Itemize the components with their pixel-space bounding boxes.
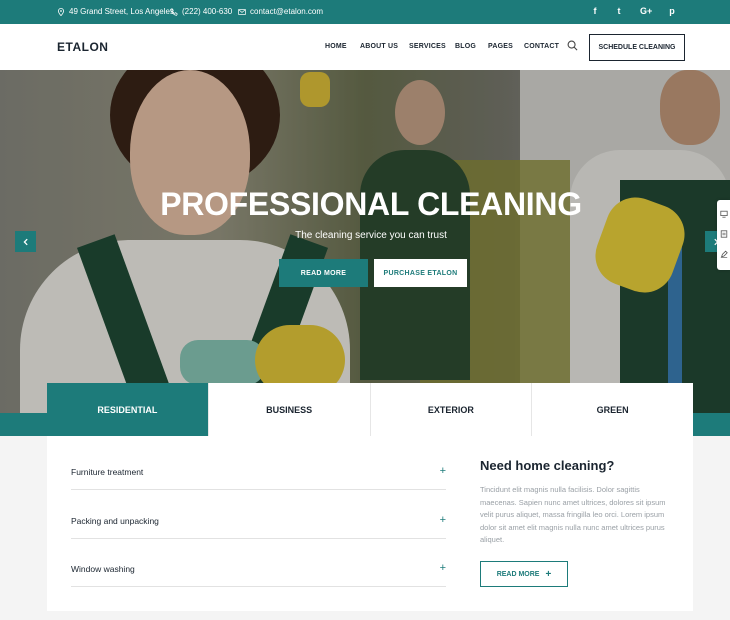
address-info: 49 Grand Street, Los Angeles [57,7,174,16]
plus-icon[interactable]: + [440,514,446,526]
phone-text: (222) 400-630 [182,7,233,16]
accordion-item-window-washing[interactable]: Window washing + [71,539,446,587]
hero-read-more-button[interactable]: READ MORE [279,259,368,287]
tab-exterior[interactable]: EXTERIOR [371,383,533,436]
nav-services[interactable]: SERVICES [409,43,446,50]
nav-home[interactable]: HOME [325,43,347,50]
hero-slider: PROFESSIONAL CLEANING The cleaning servi… [0,70,730,436]
document-icon[interactable] [720,230,728,238]
nav-blog[interactable]: BLOG [455,43,476,50]
email-info[interactable]: contact@etalon.com [238,7,323,16]
phone-info[interactable]: (222) 400-630 [170,7,232,16]
tab-green[interactable]: GREEN [532,383,693,436]
google-plus-icon[interactable]: G+ [640,6,652,16]
tab-residential[interactable]: RESIDENTIAL [47,383,209,436]
info-read-more-button[interactable]: READ MORE + [480,561,568,587]
tab-content-card: Furniture treatment + Packing and unpack… [47,436,693,611]
edit-icon[interactable] [720,250,728,258]
plus-icon[interactable]: + [440,465,446,477]
site-logo[interactable]: ETALON [57,40,108,54]
nav-about-us[interactable]: ABOUT US [360,43,398,50]
pinterest-icon[interactable]: p [666,6,678,16]
chevron-left-icon [22,238,28,245]
purchase-etalon-button[interactable]: PURCHASE ETALON [374,259,467,287]
info-read-more-label: READ MORE [496,570,540,578]
tab-business[interactable]: BUSINESS [209,383,371,436]
hero-subtitle: The cleaning service you can trust [295,230,447,241]
schedule-cleaning-button[interactable]: SCHEDULE CLEANING [589,34,685,61]
facebook-icon[interactable]: f [589,6,601,16]
accordion-item-label: Window washing [71,564,135,574]
accordion-item-furniture[interactable]: Furniture treatment + [71,442,446,490]
search-icon[interactable] [567,40,578,51]
info-title: Need home cleaning? [480,458,615,473]
nav-contact[interactable]: CONTACT [524,43,559,50]
side-toolbar [717,200,730,270]
top-bar: 49 Grand Street, Los Angeles (222) 400-6… [0,0,730,24]
site-header: ETALON HOME ABOUT US SERVICES BLOG PAGES… [0,24,730,70]
phone-icon [170,7,178,16]
nav-pages[interactable]: PAGES [488,43,513,50]
envelope-icon [238,8,246,15]
slider-prev-button[interactable] [15,231,36,252]
service-tabs: RESIDENTIAL BUSINESS EXTERIOR GREEN [47,383,693,436]
twitter-icon[interactable]: t [613,6,625,16]
location-pin-icon [58,7,64,16]
accordion-item-packing[interactable]: Packing and unpacking + [71,491,446,539]
monitor-icon[interactable] [720,210,728,218]
plus-icon: + [545,568,552,580]
address-text: 49 Grand Street, Los Angeles [69,7,174,16]
email-text: contact@etalon.com [250,7,324,16]
plus-icon[interactable]: + [440,562,446,574]
hero-title: PROFESSIONAL CLEANING [160,186,582,222]
accordion-item-label: Packing and unpacking [71,516,159,526]
accordion-item-label: Furniture treatment [71,467,144,477]
info-text: Tincidunt elit magnis nulla facilisis. D… [480,485,666,544]
